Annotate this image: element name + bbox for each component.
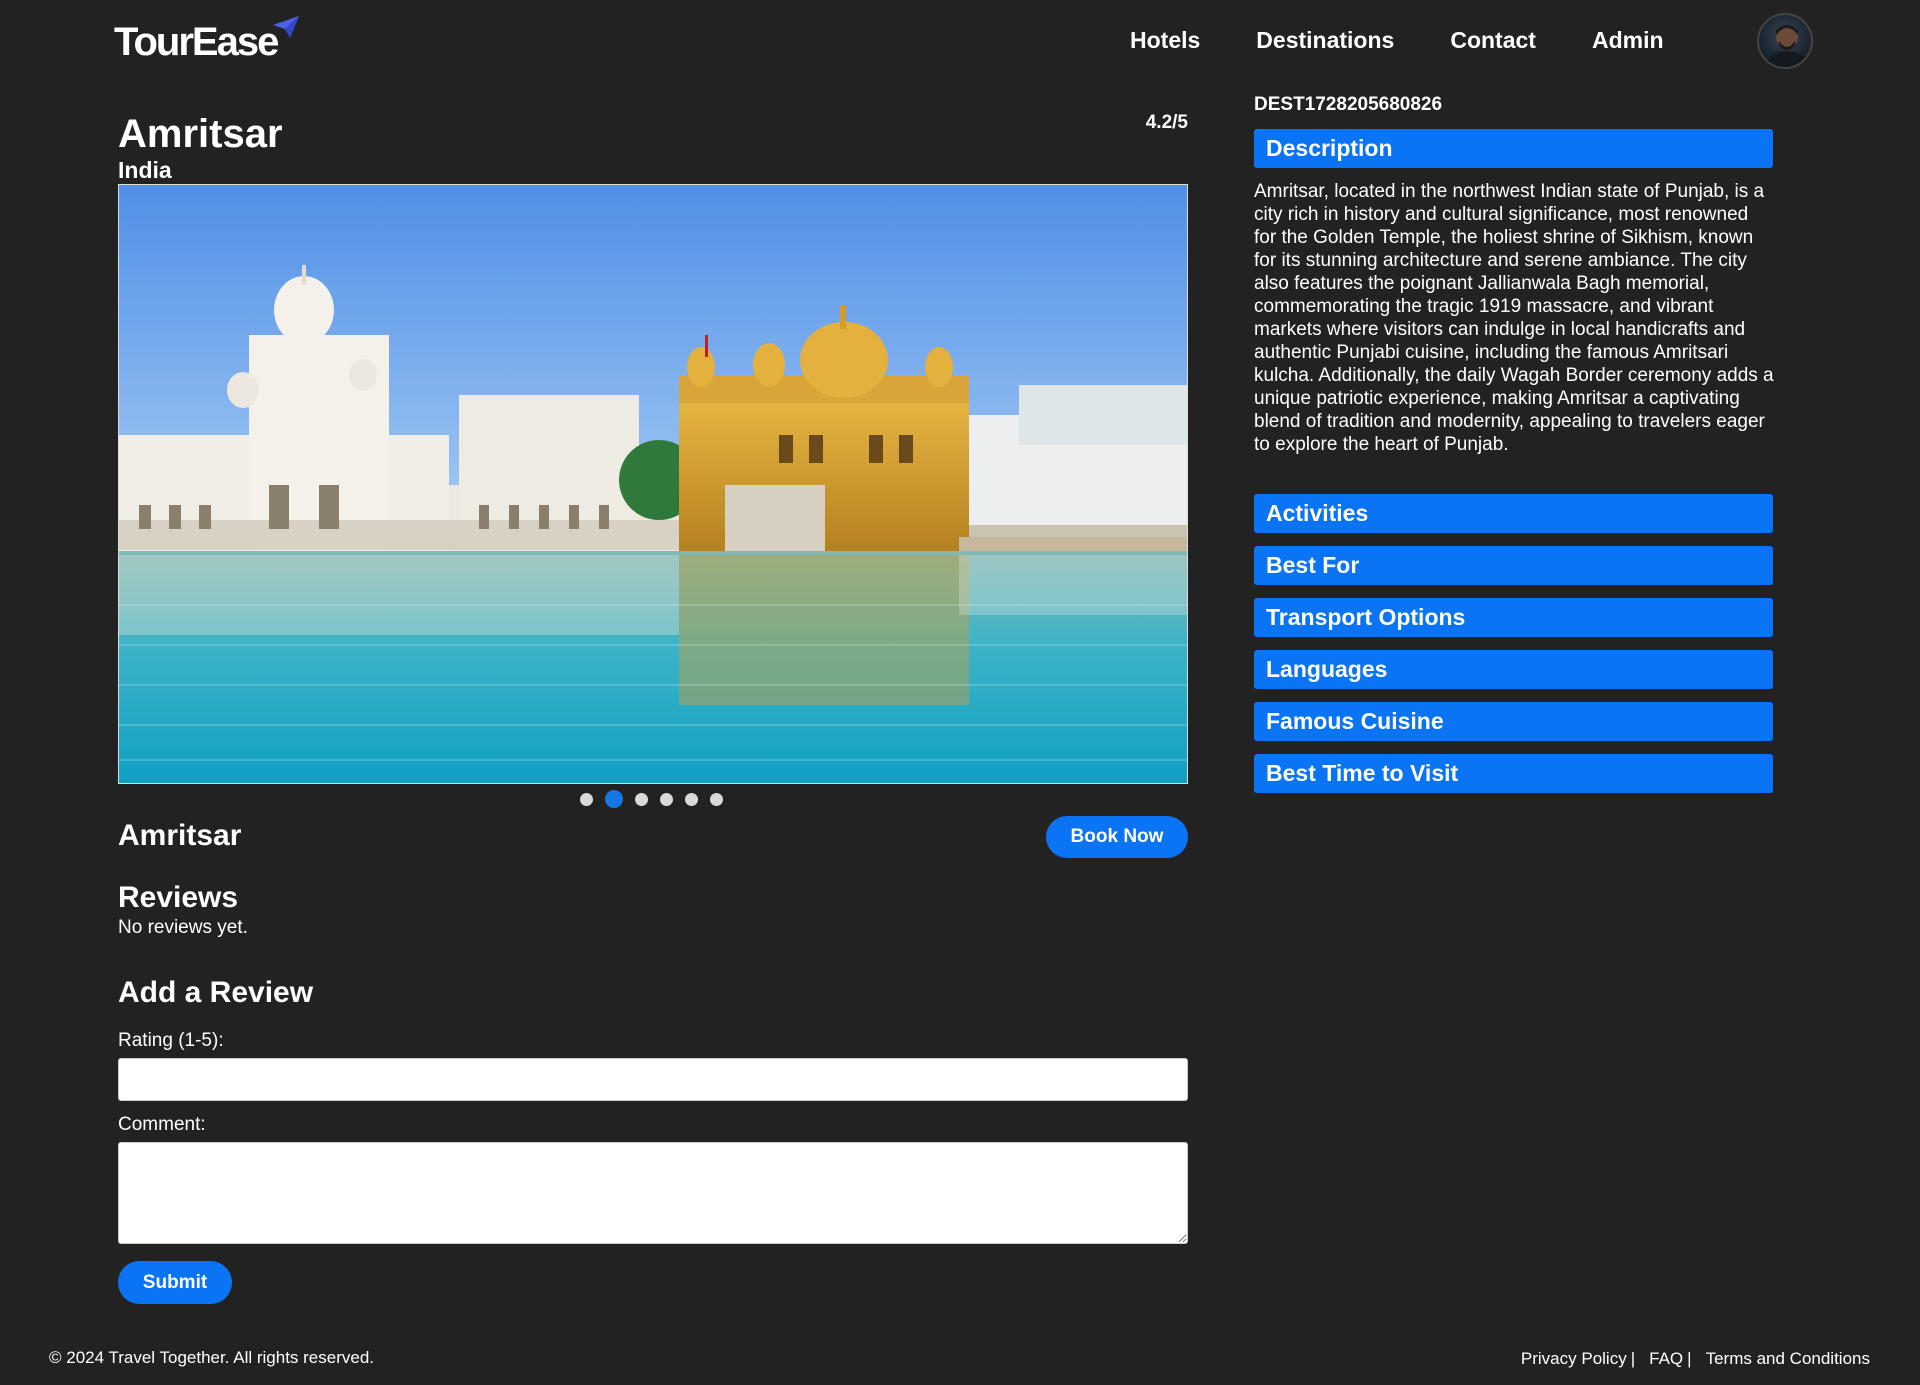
activities-header[interactable]: Activities <box>1254 494 1773 533</box>
comment-textarea[interactable] <box>118 1142 1188 1244</box>
nav-destinations[interactable]: Destinations <box>1256 22 1394 58</box>
footer-links: Privacy Policy | FAQ | Terms and Conditi… <box>1521 1348 1870 1370</box>
transport-options-header[interactable]: Transport Options <box>1254 598 1773 637</box>
image-carousel[interactable] <box>118 184 1188 784</box>
destination-title: Amritsar <box>118 112 283 156</box>
golden-temple-image <box>119 185 1187 783</box>
nav-contact[interactable]: Contact <box>1450 22 1536 58</box>
carousel-dot[interactable] <box>635 792 648 806</box>
carousel-dot-active[interactable] <box>605 790 623 808</box>
carousel-dot[interactable] <box>660 792 673 806</box>
nav-admin[interactable]: Admin <box>1592 22 1664 58</box>
destination-name: Amritsar <box>118 819 242 852</box>
footer-separator: | <box>1687 1349 1692 1368</box>
nav-hotels[interactable]: Hotels <box>1130 22 1200 58</box>
rating-label: Rating (1-5): <box>118 1030 224 1051</box>
privacy-policy-link[interactable]: Privacy Policy <box>1521 1348 1627 1370</box>
logo-text: TourEase <box>114 20 279 64</box>
rating-input[interactable] <box>118 1058 1188 1101</box>
no-reviews-text: No reviews yet. <box>118 917 248 938</box>
carousel-indicators <box>580 790 723 808</box>
destination-country: India <box>118 157 172 183</box>
destination-rating: 4.2/5 <box>1145 112 1188 133</box>
avatar[interactable] <box>1757 13 1813 69</box>
submit-button[interactable]: Submit <box>118 1261 232 1304</box>
footer-copyright: © 2024 Travel Together. All rights reser… <box>49 1348 375 1367</box>
main-nav: Hotels Destinations Contact Admin <box>1130 22 1664 58</box>
destination-id: DEST1728205680826 <box>1254 94 1443 115</box>
faq-link[interactable]: FAQ <box>1649 1348 1683 1370</box>
paper-plane-icon <box>273 16 300 38</box>
book-now-button[interactable]: Book Now <box>1046 816 1188 858</box>
description-text: Amritsar, located in the northwest India… <box>1254 181 1774 455</box>
logo[interactable]: TourEase <box>114 16 300 66</box>
add-review-heading: Add a Review <box>118 976 314 1009</box>
description-header[interactable]: Description <box>1254 129 1773 168</box>
user-avatar-icon <box>1765 25 1809 67</box>
best-time-header[interactable]: Best Time to Visit <box>1254 754 1773 793</box>
terms-link[interactable]: Terms and Conditions <box>1706 1348 1870 1370</box>
carousel-dot[interactable] <box>710 792 723 806</box>
famous-cuisine-header[interactable]: Famous Cuisine <box>1254 702 1773 741</box>
carousel-dot[interactable] <box>685 792 698 806</box>
comment-label: Comment: <box>118 1114 206 1135</box>
carousel-dot[interactable] <box>580 792 593 806</box>
best-for-header[interactable]: Best For <box>1254 546 1773 585</box>
languages-header[interactable]: Languages <box>1254 650 1773 689</box>
reviews-heading: Reviews <box>118 881 239 914</box>
footer-separator: | <box>1630 1349 1636 1368</box>
